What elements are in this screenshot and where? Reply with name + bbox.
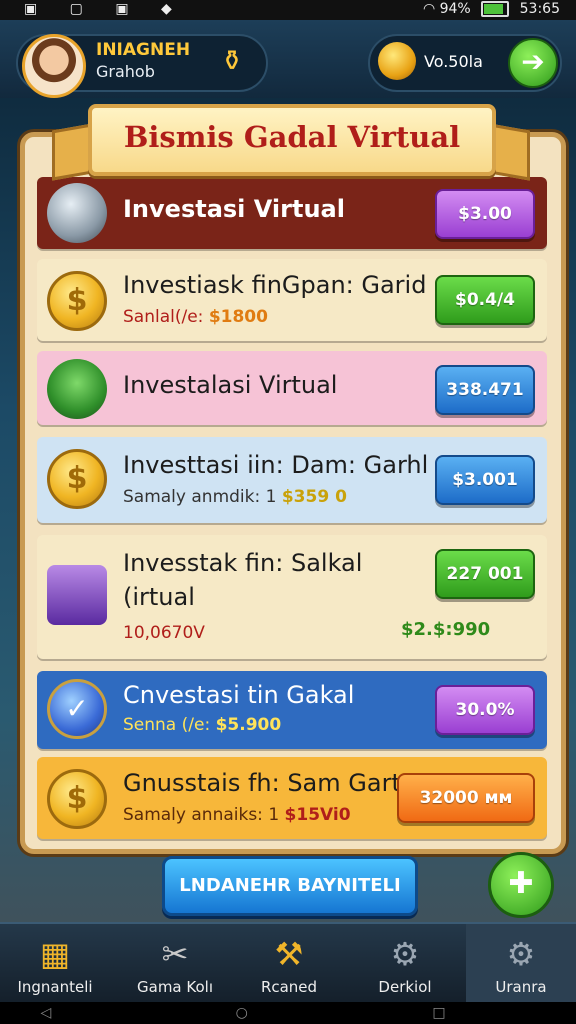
battery-icon (481, 1, 510, 17)
plus-icon[interactable]: ✚ (488, 852, 554, 918)
bottom-nav: ▦ Ingnanteli ✂ Gama Kolı ⚒ Rcaned ⚙ Derk… (0, 922, 576, 1004)
card-sub-label: Sanlal(/e: (123, 307, 204, 327)
card-title: Invesstak fin: Salkal (123, 549, 363, 577)
nav-item-settings[interactable]: ⚙ Derkiol (350, 924, 460, 1004)
currency-value: Vo.50la (424, 52, 483, 71)
card-value-button[interactable]: $3.001 (435, 455, 535, 505)
status-icons: ▣ ▢ ▣ ◆ (24, 1, 186, 17)
system-nav-bar[interactable]: ◁ ○ □ (0, 1002, 576, 1024)
player-subtitle: Grahob (96, 62, 155, 81)
nav-label: Rcaned (260, 978, 318, 996)
status-right: ◠ 94% 53:65 (423, 1, 560, 17)
profile-card[interactable]: INIAGNEH Grahob ⚱ (16, 34, 268, 98)
wifi-icon: ◠ (422, 1, 436, 17)
card-value-button[interactable]: $3.00 (435, 189, 535, 239)
gift-icon[interactable]: ⚱ (214, 44, 250, 78)
card-subtitle: Samaly anmdik: 1 $359 0 (123, 487, 347, 507)
arrow-right-icon[interactable]: ➔ (508, 38, 558, 88)
card-sub-label: Samaly anmdik: 1 (123, 487, 277, 507)
card-value-button[interactable]: 338.471 (435, 365, 535, 415)
card-sub-value: $2.$:990 (401, 619, 491, 640)
nav-item-more[interactable]: ⚙ Uranra (466, 924, 576, 1004)
robot-icon (47, 359, 107, 419)
card-title: Cnvestasi tin Gakal (123, 681, 355, 709)
dollar-coin-icon: $ (47, 769, 107, 829)
nav-label: Gama Kolı (137, 978, 213, 996)
primary-cta-button[interactable]: LNDANEHR BAYNITELI (162, 856, 418, 916)
card-subtitle: Samaly annaiks: 1 $15Vi0 (123, 805, 351, 825)
nav-label: Uranra (495, 978, 547, 996)
card-sub-label: 10,0670V (123, 623, 205, 643)
card-title: Investalasi Virtual (123, 371, 338, 399)
investment-card[interactable]: Investasi Virtual $3.00 (37, 177, 547, 249)
nav-item-games[interactable]: ✂ Gama Kolı (120, 924, 230, 1004)
dollar-coin-icon: $ (47, 449, 107, 509)
dollar-coin-icon: $ (47, 271, 107, 331)
card-value-button[interactable]: 32000 мм (397, 773, 535, 823)
coin-stack-icon (47, 183, 107, 243)
nav-label: Ingnanteli (17, 978, 93, 996)
investment-card[interactable]: Invesstak fin: Salkal (irtual 10,0670V $… (37, 535, 547, 659)
status-bar: ▣ ▢ ▣ ◆ ◠ 94% 53:65 (0, 0, 576, 20)
card-sub-label: Samaly annaiks: 1 (123, 805, 280, 825)
gold-bars-icon: ▦ (39, 935, 71, 973)
gear-icon: ⚙ (390, 935, 420, 973)
card-value-button[interactable]: 30.0% (435, 685, 535, 735)
card-sub-value: $5.900 (215, 715, 282, 735)
investment-card[interactable]: $ Investtasi iin: Dam: Garhl Samaly anmd… (37, 437, 547, 523)
investment-card[interactable]: $ Investiask finGpan: Garid Sanlal(/e: $… (37, 259, 547, 341)
panel-title-ribbon: Bismis Gadal Virtual (88, 104, 496, 176)
card-sub-value: $15Vi0 (284, 805, 351, 825)
investment-card[interactable]: ✓ Cnvestasi tin Gakal Senna (/e: $5.900 … (37, 671, 547, 749)
avatar[interactable] (22, 34, 86, 98)
card-value-button[interactable]: $0.4/4 (435, 275, 535, 325)
gear-icon: ⚙ (506, 935, 536, 973)
player-name: INIAGNEH (96, 40, 191, 60)
card-sub-value: $359 0 (281, 487, 347, 507)
investment-panel: Investasi Virtual $3.00 $ Investiask fin… (20, 132, 566, 854)
card-title-line2: (irtual (123, 583, 195, 611)
battery-percent: 94% (439, 1, 471, 17)
card-title: Investtasi iin: Dam: Garhl (123, 451, 429, 479)
card-title: Investiask finGpan: Garid (123, 271, 427, 299)
coins-icon: ⚒ (274, 935, 304, 973)
card-sub-value: $1800 (208, 307, 268, 327)
panel-title: Bismis Gadal Virtual (123, 120, 461, 154)
nav-item-rewards[interactable]: ⚒ Rcaned (234, 924, 344, 1004)
card-title: Gnusstais fh: Sam Gart (123, 769, 401, 797)
card-subtitle: Senna (/e: $5.900 (123, 715, 281, 735)
clock: 53:65 (519, 1, 560, 17)
nav-label: Derkiol (378, 978, 432, 996)
nav-item-home[interactable]: ▦ Ingnanteli (0, 924, 110, 1004)
top-bar: INIAGNEH Grahob ⚱ Vo.50la ➔ (0, 20, 576, 98)
checkmark-icon: ✓ (47, 679, 107, 739)
gold-gem-icon (378, 42, 416, 80)
card-subtitle: Sanlal(/e: $1800 (123, 307, 268, 327)
currency-box: Vo.50la ➔ (368, 34, 562, 92)
investment-card[interactable]: $ Gnusstais fh: Sam Gart Samaly annaiks:… (37, 757, 547, 839)
card-value-button[interactable]: 227 001 (435, 549, 535, 599)
card-sub-label: Senna (/e: (123, 715, 211, 735)
phone-icon (47, 565, 107, 625)
card-title: Investasi Virtual (123, 195, 345, 223)
basket-icon: ✂ (161, 935, 189, 973)
investment-card[interactable]: Investalasi Virtual 338.471 (37, 351, 547, 425)
